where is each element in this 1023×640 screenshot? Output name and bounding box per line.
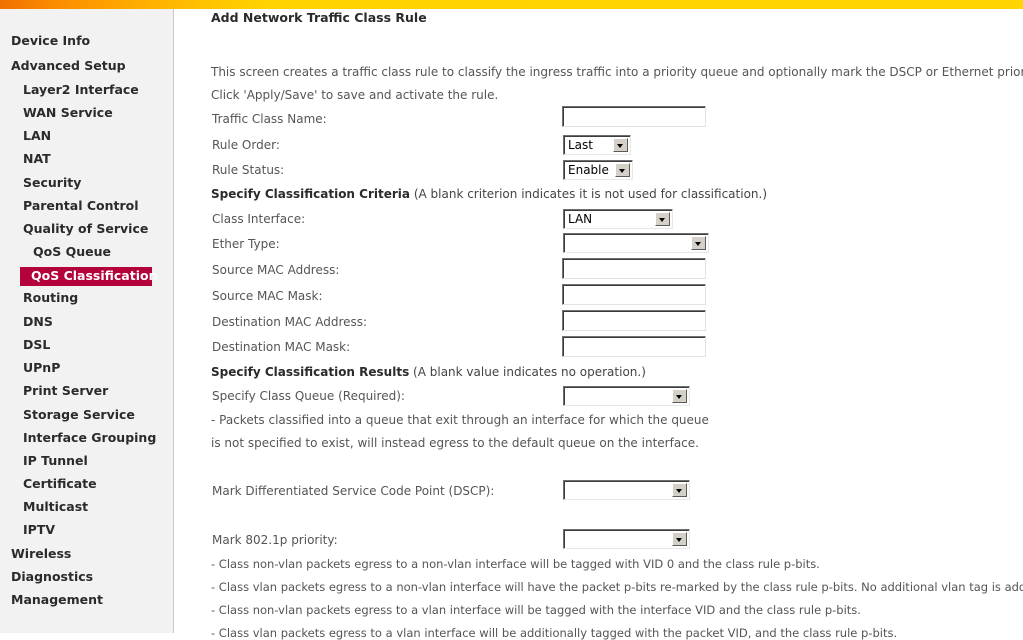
chevron-down-icon[interactable] <box>672 483 687 497</box>
sidebar-item-wireless[interactable]: Wireless <box>11 547 71 561</box>
destination-mac-mask-label: Destination MAC Mask: <box>212 340 351 354</box>
sidebar-item-upnp[interactable]: UPnP <box>23 361 60 375</box>
sidebar-item-advanced-setup[interactable]: Advanced Setup <box>11 59 126 73</box>
class-queue-select[interactable] <box>563 386 690 406</box>
chevron-down-icon[interactable] <box>691 236 706 250</box>
sidebar-item-diagnostics[interactable]: Diagnostics <box>11 570 93 584</box>
traffic-class-name-input[interactable] <box>562 106 706 127</box>
classification-criteria-heading: Specify Classification Criteria (A blank… <box>211 187 767 201</box>
rule-order-select[interactable]: Last <box>563 135 631 155</box>
traffic-class-name-label: Traffic Class Name: <box>212 112 327 126</box>
dscp-label: Mark Differentiated Service Code Point (… <box>212 484 495 498</box>
intro-text-line2: Click 'Apply/Save' to save and activate … <box>211 88 499 102</box>
sidebar-item-layer2-interface[interactable]: Layer2 Interface <box>23 83 139 97</box>
classification-criteria-heading-text: Specify Classification Criteria <box>211 187 410 201</box>
chevron-down-icon[interactable] <box>615 163 630 177</box>
vlan-note-2: - Class vlan packets egress to a non-vla… <box>211 580 1023 594</box>
sidebar-item-lan[interactable]: LAN <box>23 129 51 143</box>
class-interface-select[interactable]: LAN <box>563 209 673 229</box>
sidebar-item-management[interactable]: Management <box>11 593 103 607</box>
rule-status-select[interactable]: Enable <box>563 160 633 180</box>
source-mac-address-label: Source MAC Address: <box>212 263 340 277</box>
sidebar-item-parental-control[interactable]: Parental Control <box>23 199 139 213</box>
rule-status-value: Enable <box>568 163 609 177</box>
sidebar-item-dsl[interactable]: DSL <box>23 338 50 352</box>
sidebar-item-iptv[interactable]: IPTV <box>23 523 55 537</box>
sidebar-item-nat[interactable]: NAT <box>23 152 51 166</box>
sidebar-item-security[interactable]: Security <box>23 176 81 190</box>
dscp-select[interactable] <box>563 480 690 500</box>
classification-results-heading-note: (A blank value indicates no operation.) <box>413 365 646 379</box>
class-interface-label: Class Interface: <box>212 212 306 226</box>
class-queue-label: Specify Class Queue (Required): <box>212 389 405 403</box>
header-gradient-bar <box>0 0 1023 9</box>
sidebar-item-quality-of-service[interactable]: Quality of Service <box>23 222 148 236</box>
sidebar-item-storage-service[interactable]: Storage Service <box>23 408 135 422</box>
chevron-down-icon[interactable] <box>672 389 687 403</box>
queue-note-line2: is not specified to exist, will instead … <box>211 436 699 450</box>
classification-results-heading: Specify Classification Results (A blank … <box>211 365 646 379</box>
dot1p-priority-select[interactable] <box>563 529 690 549</box>
sidebar-item-qos-queue[interactable]: QoS Queue <box>33 245 111 259</box>
sidebar-item-print-server[interactable]: Print Server <box>23 384 108 398</box>
destination-mac-address-input[interactable] <box>562 310 706 331</box>
rule-status-label: Rule Status: <box>212 163 285 177</box>
intro-text-line1: This screen creates a traffic class rule… <box>211 65 1023 79</box>
sidebar-navigation: Device Info Advanced Setup Layer2 Interfac… <box>0 9 174 633</box>
page-title: Add Network Traffic Class Rule <box>211 10 427 25</box>
sidebar-item-routing[interactable]: Routing <box>23 291 78 305</box>
rule-order-label: Rule Order: <box>212 138 280 152</box>
classification-results-heading-text: Specify Classification Results <box>211 365 410 379</box>
source-mac-address-input[interactable] <box>562 258 706 279</box>
sidebar-item-ip-tunnel[interactable]: IP Tunnel <box>23 454 88 468</box>
vlan-note-3: - Class non-vlan packets egress to a vla… <box>211 603 861 617</box>
ether-type-select[interactable] <box>563 233 709 253</box>
chevron-down-icon[interactable] <box>655 212 670 226</box>
destination-mac-address-label: Destination MAC Address: <box>212 315 368 329</box>
sidebar-item-dns[interactable]: DNS <box>23 315 53 329</box>
dot1p-priority-label: Mark 802.1p priority: <box>212 533 338 547</box>
rule-order-value: Last <box>568 138 593 152</box>
ether-type-label: Ether Type: <box>212 237 280 251</box>
sidebar-item-certificate[interactable]: Certificate <box>23 477 97 491</box>
chevron-down-icon[interactable] <box>613 138 628 152</box>
class-interface-value: LAN <box>568 212 593 226</box>
sidebar-item-interface-grouping[interactable]: Interface Grouping <box>23 431 156 445</box>
vlan-note-4: - Class vlan packets egress to a vlan in… <box>211 626 898 640</box>
sidebar-item-qos-classification[interactable]: QoS Classification <box>20 267 157 286</box>
sidebar-item-multicast[interactable]: Multicast <box>23 500 88 514</box>
chevron-down-icon[interactable] <box>672 532 687 546</box>
source-mac-mask-label: Source MAC Mask: <box>212 289 323 303</box>
source-mac-mask-input[interactable] <box>562 284 706 305</box>
queue-note-line1: - Packets classified into a queue that e… <box>211 413 709 427</box>
destination-mac-mask-input[interactable] <box>562 336 706 357</box>
main-content: Add Network Traffic Class Rule This scre… <box>175 9 1023 640</box>
classification-criteria-heading-note: (A blank criterion indicates it is not u… <box>413 187 768 201</box>
sidebar-item-device-info[interactable]: Device Info <box>11 34 90 48</box>
sidebar-item-wan-service[interactable]: WAN Service <box>23 106 113 120</box>
vlan-note-1: - Class non-vlan packets egress to a non… <box>211 557 820 571</box>
